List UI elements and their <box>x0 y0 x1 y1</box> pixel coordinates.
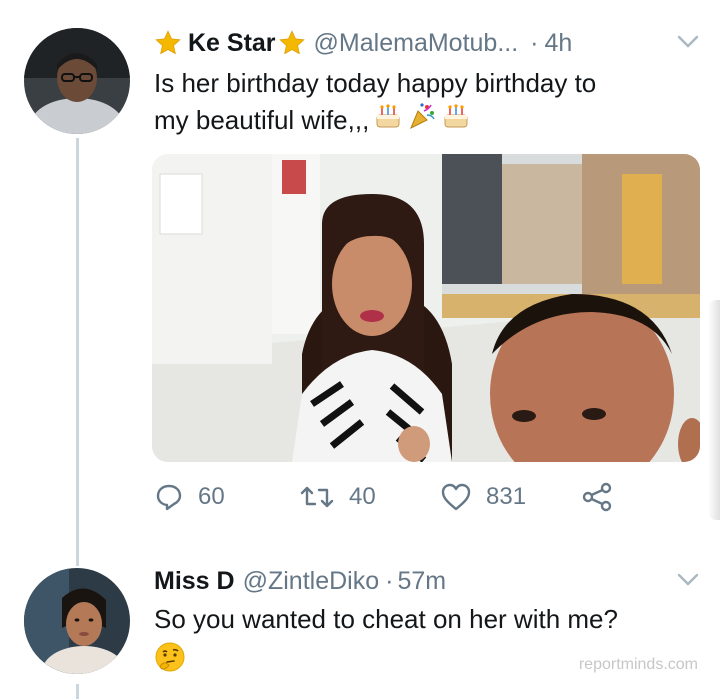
retweet-icon <box>300 486 334 508</box>
thread-line-top <box>76 138 79 566</box>
star-icon <box>278 29 306 57</box>
tweet-text: So you wanted to cheat on her with me? <box>154 602 618 682</box>
thinking-face-icon <box>154 641 186 682</box>
like-button[interactable]: 831 <box>440 482 526 512</box>
user-handle[interactable]: @MalemaMotub... <box>314 28 519 58</box>
edge-shadow <box>708 300 720 520</box>
display-name[interactable]: Miss D <box>154 566 235 596</box>
separator: · <box>530 29 539 57</box>
chevron-down-icon[interactable] <box>676 34 700 50</box>
thread-line-bottom <box>76 684 79 699</box>
display-name[interactable]: Ke Star <box>188 28 276 58</box>
star-icon <box>154 29 182 57</box>
tweet-actions: 60 40 831 <box>152 482 672 522</box>
reply-icon <box>156 484 182 511</box>
avatar[interactable] <box>24 568 130 674</box>
birthday-cake-icon <box>373 101 403 140</box>
tweet-text: Is her birthday today happy birthday to … <box>154 66 596 140</box>
retweet-count: 40 <box>349 483 376 510</box>
reply-button[interactable]: 60 <box>154 482 225 512</box>
timestamp[interactable]: 57m <box>397 566 446 596</box>
birthday-cake-icon <box>441 101 471 140</box>
avatar[interactable] <box>24 28 130 134</box>
user-handle[interactable]: @ZintleDiko <box>243 566 380 596</box>
tweet-header: Miss D @ZintleDiko · 57m <box>154 566 446 596</box>
tweet-text-line: So you wanted to cheat on her with me? <box>154 604 618 634</box>
like-count: 831 <box>486 483 527 510</box>
share-button[interactable] <box>580 482 628 512</box>
chevron-down-icon[interactable] <box>676 572 700 588</box>
tweet-text-line: my beautiful wife,,, <box>154 105 370 135</box>
like-icon <box>441 483 471 511</box>
watermark: reportminds.com <box>578 656 698 673</box>
tweet-text-line: Is her birthday today happy birthday to <box>154 68 597 98</box>
share-icon <box>582 482 612 512</box>
reply-count: 60 <box>198 483 225 510</box>
tweet-header: Ke Star @MalemaMotub... · 4h <box>154 28 572 58</box>
retweet-button[interactable]: 40 <box>299 482 376 512</box>
timestamp[interactable]: 4h <box>545 28 573 58</box>
separator: · <box>385 567 394 595</box>
party-popper-icon <box>407 101 437 140</box>
tweet-photo[interactable] <box>152 154 700 462</box>
